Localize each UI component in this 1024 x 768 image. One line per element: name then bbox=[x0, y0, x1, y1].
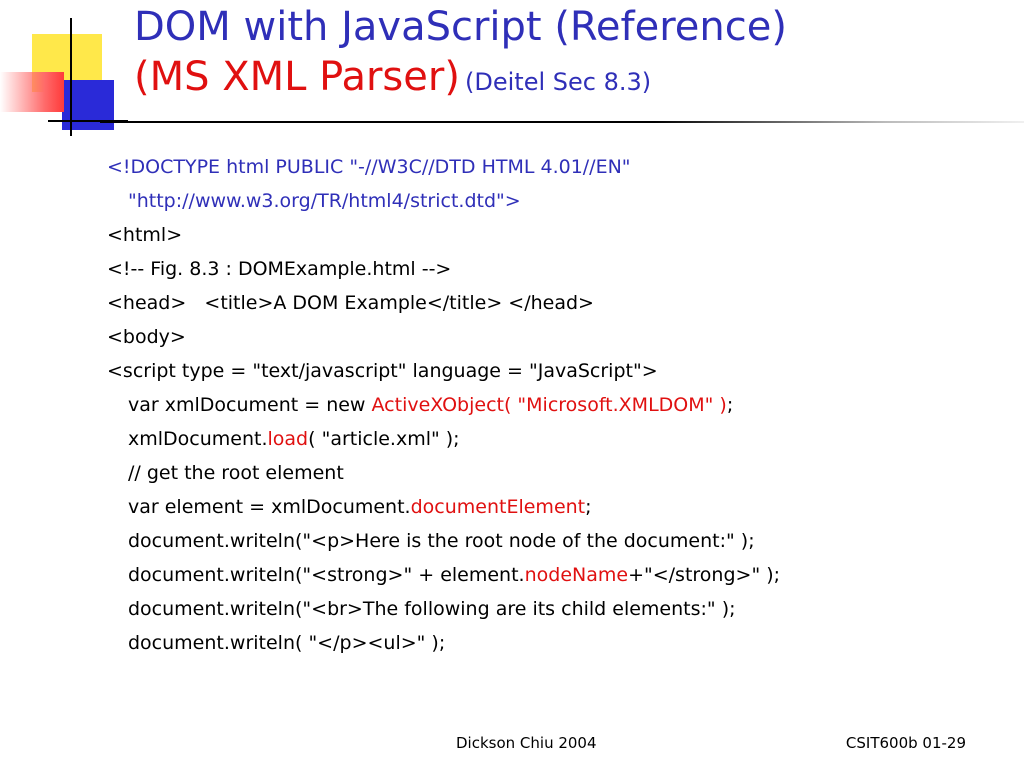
title-line-2: (MS XML Parser) bbox=[134, 54, 460, 100]
code-line-load: xmlDocument.load( "article.xml" ); bbox=[107, 422, 1007, 456]
code-text: xmlDocument. bbox=[128, 428, 268, 450]
code-line-doctype-2: "http://www.w3.org/TR/html4/strict.dtd"> bbox=[128, 190, 521, 212]
code-line-write-1: document.writeln("<p>Here is the root no… bbox=[128, 530, 755, 552]
code-text: var xmlDocument = new bbox=[128, 394, 372, 416]
code-line-body-open: <body> bbox=[107, 326, 186, 348]
code-highlight: nodeName bbox=[524, 564, 629, 586]
code-highlight: load bbox=[267, 428, 309, 450]
code-text: +"</strong>" ); bbox=[628, 564, 781, 586]
code-text: ( "article.xml" ); bbox=[308, 428, 460, 450]
code-text: ; bbox=[726, 394, 734, 416]
code-line-write-3: document.writeln("<br>The following are … bbox=[128, 598, 736, 620]
code-line-var-document: var xmlDocument = new ActiveXObject( "Mi… bbox=[107, 388, 1007, 422]
code-line-script-open: <script type = "text/javascript" languag… bbox=[107, 360, 658, 382]
deco-red-bar bbox=[0, 72, 64, 112]
code-line-html-open: <html> bbox=[107, 224, 183, 246]
code-text: var element = xmlDocument. bbox=[128, 496, 411, 518]
code-line-doctype-1: <!DOCTYPE html PUBLIC "-//W3C//DTD HTML … bbox=[107, 156, 631, 178]
code-line-comment: <!-- Fig. 8.3 : DOMExample.html --> bbox=[107, 258, 452, 280]
slide-title: DOM with JavaScript (Reference) (MS XML … bbox=[134, 2, 1014, 110]
slide: DOM with JavaScript (Reference) (MS XML … bbox=[0, 0, 1024, 768]
code-listing: <!DOCTYPE html PUBLIC "-//W3C//DTD HTML … bbox=[107, 150, 1007, 660]
code-text: ; bbox=[585, 496, 592, 518]
code-line-write-4: document.writeln( "</p><ul>" ); bbox=[128, 632, 446, 654]
code-highlight: ActiveXObject( "Microsoft.XMLDOM" ) bbox=[371, 394, 727, 416]
footer-author: Dickson Chiu 2004 bbox=[456, 734, 597, 752]
title-reference: (Deitel Sec 8.3) bbox=[465, 68, 652, 96]
deco-vertical-line bbox=[70, 18, 72, 136]
code-line-write-2: document.writeln("<strong>" + element.no… bbox=[107, 558, 1007, 592]
code-line-head: <head> <title>A DOM Example</title> </he… bbox=[107, 292, 594, 314]
code-line-comment-root: // get the root element bbox=[128, 462, 344, 484]
code-line-var-element: var element = xmlDocument.documentElemen… bbox=[107, 490, 1007, 524]
code-text: document.writeln("<strong>" + element. bbox=[128, 564, 525, 586]
code-highlight: documentElement bbox=[410, 496, 586, 518]
footer-slide-ref: CSIT600b 01-29 bbox=[845, 734, 966, 752]
title-underline bbox=[100, 121, 1024, 123]
title-line-1: DOM with JavaScript (Reference) bbox=[134, 4, 787, 50]
